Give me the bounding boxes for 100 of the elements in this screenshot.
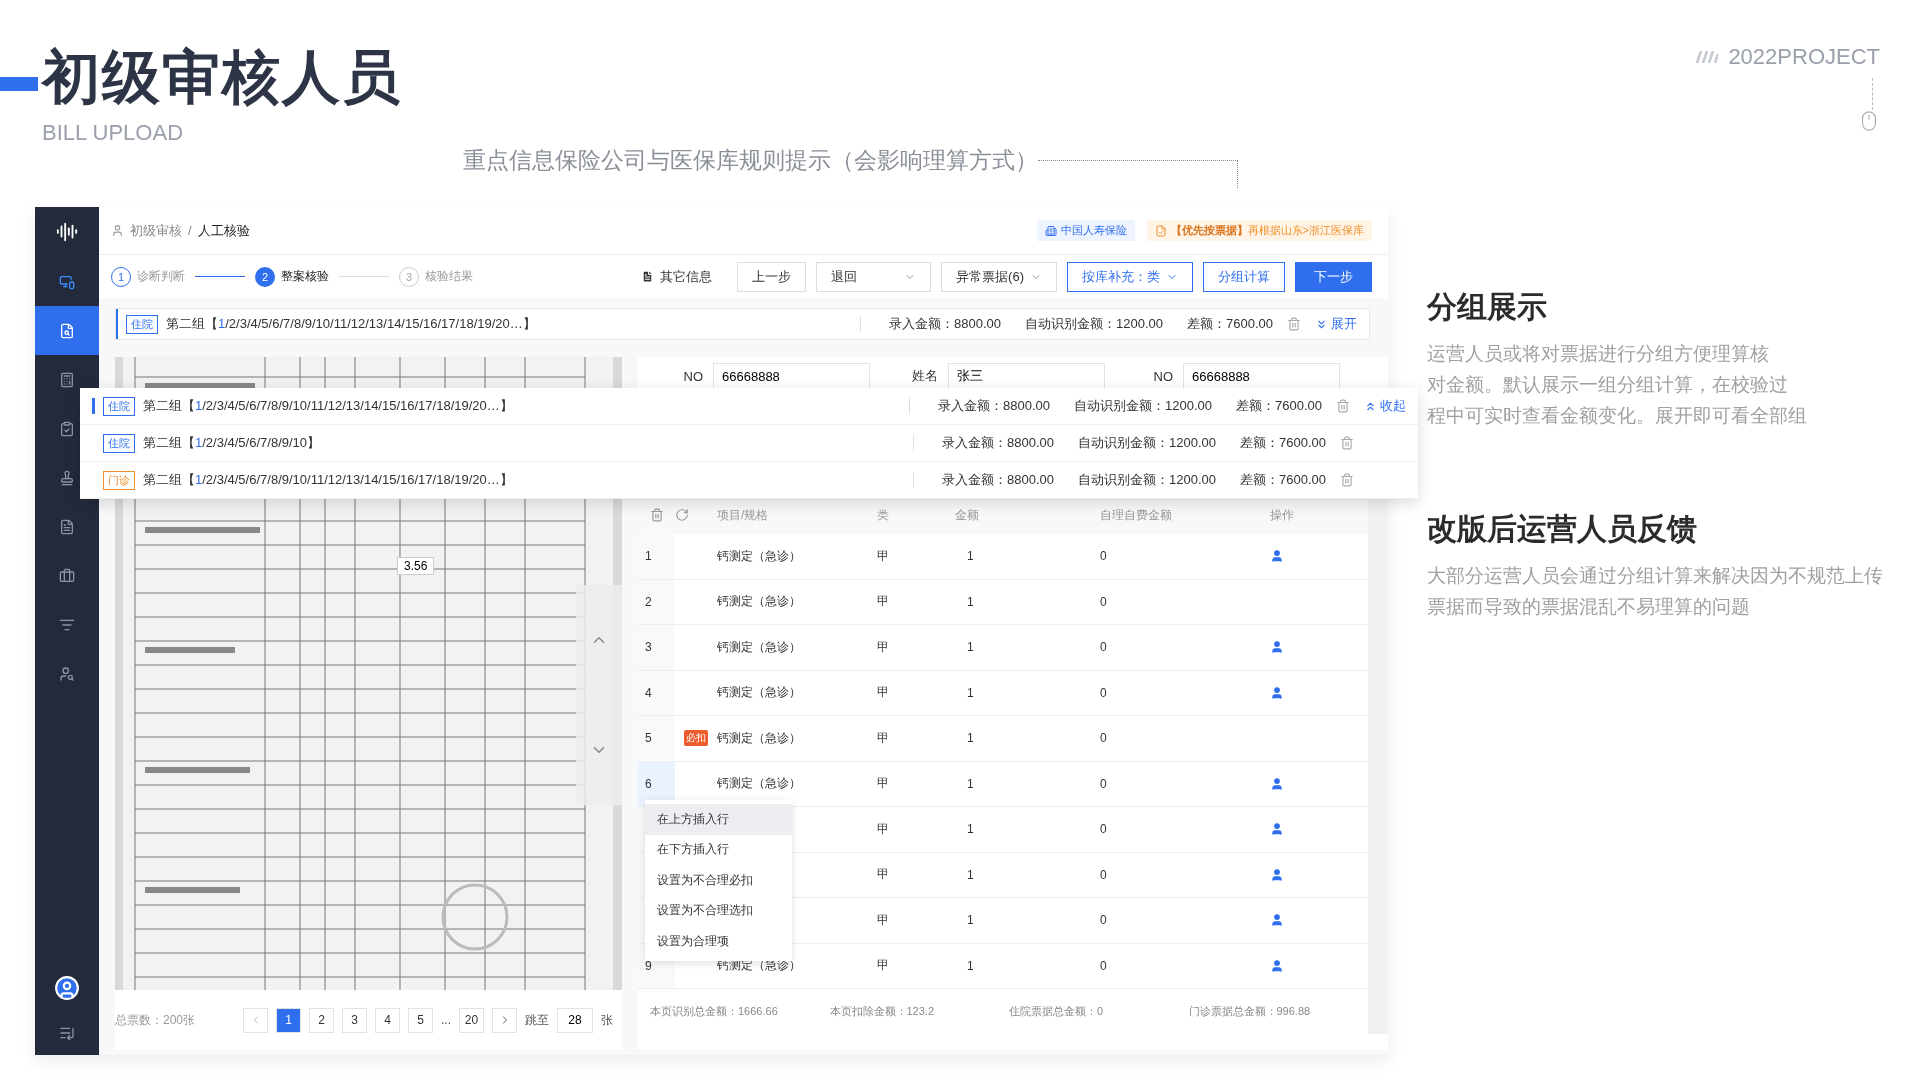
slide-subtitle: BILL UPLOAD	[42, 120, 185, 146]
row-number: 2	[638, 579, 675, 624]
group-name: 第二组【1/2/3/4/5/6/7/8/9/10】	[143, 434, 322, 452]
select-button[interactable]: 异常票据(6)	[941, 261, 1057, 292]
table-cell-text: 甲	[877, 957, 890, 975]
table-cell-text: 1	[966, 594, 975, 609]
refresh-icon[interactable]	[675, 508, 689, 522]
field-label: 姓名	[911, 367, 938, 385]
group-row[interactable]: 住院 第二组【1/2/3/4/5/6/7/8/9/10】 录入金额：8800.00 自动识别金额：1200.00 差额：7600.00	[80, 425, 1418, 462]
page-button[interactable]: 4	[375, 1007, 401, 1033]
avatar-icon[interactable]	[54, 975, 80, 1001]
stripes-icon	[1694, 51, 1719, 63]
delete-icon[interactable]	[1336, 399, 1350, 413]
column-header: 类	[877, 506, 889, 524]
table-cell-text: 1	[966, 867, 975, 882]
page-button[interactable]: 2	[309, 1007, 335, 1033]
person-icon[interactable]	[1270, 640, 1284, 655]
page-jump-field[interactable]: 28	[557, 1007, 594, 1033]
delete-icon[interactable]	[649, 508, 664, 522]
action-button[interactable]: 下一步	[1295, 261, 1372, 292]
page-button[interactable]: 5	[408, 1007, 434, 1033]
menu-item[interactable]: 设置为不合理必扣	[645, 865, 792, 896]
delete-icon[interactable]	[1340, 436, 1354, 450]
group-name: 第二组【1/2/3/4/5/6/7/8/9/10/11/12/13/14/15/16/17/18/19/20…】	[166, 315, 537, 333]
input-field[interactable]: 66668888	[713, 363, 870, 389]
table-cell-text: 1	[966, 822, 975, 837]
collapse-menu-icon[interactable]	[59, 1025, 75, 1041]
action-button[interactable]: 上一步	[737, 261, 807, 292]
menu-item[interactable]: 在上方插入行	[645, 804, 792, 835]
accent-bar	[0, 77, 38, 91]
total-text: 门诊票据总金额：996.88	[1188, 1004, 1312, 1019]
input-field[interactable]: 张三	[948, 363, 1105, 389]
table-cell-text: 甲	[877, 547, 890, 565]
person-icon[interactable]	[1270, 685, 1284, 700]
row-number: 4	[638, 670, 675, 715]
person-icon[interactable]	[1270, 913, 1284, 928]
step-label: 诊断判断	[137, 268, 185, 285]
page-button[interactable]: 3	[342, 1007, 368, 1033]
expand-toggle[interactable]: 展开	[1311, 315, 1361, 333]
page-button[interactable]: 1	[276, 1007, 302, 1033]
person-icon[interactable]	[1270, 776, 1284, 791]
group-row[interactable]: 住院 第二组【1/2/3/4/5/6/7/8/9/10/11/12/13/14/15/16/17/18/19/20…】 录入金额：8800.00 自动识别金额：1200.00 差额：7600.00 收起	[80, 388, 1418, 425]
insurer-badge: 中国人寿保险	[1036, 220, 1135, 241]
table-cell-text: 钙测定（急诊）	[717, 684, 802, 702]
document-icon	[1154, 224, 1167, 237]
delete-icon[interactable]	[1340, 473, 1354, 487]
field-label: NO	[682, 368, 703, 384]
row-number: 3	[638, 625, 675, 670]
column-header: 项目/规格	[717, 506, 769, 524]
building-icon	[1044, 224, 1057, 237]
value-popup: 3.56	[397, 557, 435, 575]
unit-label: 张	[601, 1011, 614, 1029]
table-cell-text: 0	[1100, 822, 1108, 837]
group-row[interactable]: 门诊 第二组【1/2/3/4/5/6/7/8/9/10/11/12/13/14/15/16/17/18/19/20…】 录入金额：8800.00 自动识别金额：1200.00 差额：7600.00	[80, 462, 1418, 499]
menu-item[interactable]: 设置为不合理选扣	[645, 895, 792, 926]
nav-icon	[59, 469, 75, 486]
select-button[interactable]: 退回	[816, 261, 932, 292]
table-cell-text: 钙测定（急诊）	[717, 593, 802, 611]
input-field[interactable]: 66668888	[1183, 363, 1340, 389]
person-icon[interactable]	[1270, 867, 1284, 882]
category-tag: 住院	[103, 396, 135, 416]
nav-icon	[59, 567, 75, 584]
user-icon	[111, 224, 124, 237]
delete-icon[interactable]	[1287, 317, 1301, 331]
recognized-amount: 自动识别金额：1200.00	[1025, 315, 1163, 333]
person-icon[interactable]	[1270, 822, 1284, 837]
collapse-toggle[interactable]: 收起	[1360, 397, 1410, 415]
table-cell-text: 甲	[877, 820, 890, 838]
table-cell-text: 甲	[877, 729, 890, 747]
nav-icon	[59, 371, 75, 388]
breadcrumb-item[interactable]: 人工核验	[197, 221, 250, 240]
person-icon[interactable]	[1270, 958, 1284, 973]
nav-icon	[59, 322, 75, 339]
breadcrumb-item[interactable]: 初级审核	[130, 221, 182, 240]
table-cell-text: 0	[1100, 913, 1108, 928]
rule-badge: 【优先按票据】再根据山东>浙江医保库	[1146, 220, 1372, 241]
recognized-amount: 自动识别金额：1200.00	[1078, 434, 1216, 452]
action-button[interactable]: 分组计算	[1203, 261, 1285, 292]
table-cell-text: 0	[1100, 731, 1108, 746]
table-cell-text: 1	[966, 685, 975, 700]
entered-amount: 录入金额：8800.00	[942, 434, 1054, 452]
difference-amount: 差额：7600.00	[1187, 315, 1273, 333]
table-cell-text: 1	[966, 958, 975, 973]
menu-item[interactable]: 在下方插入行	[645, 834, 792, 865]
difference-amount: 差额：7600.00	[1240, 434, 1326, 452]
group-name: 第二组【1/2/3/4/5/6/7/8/9/10/11/12/13/14/15/16/17/18/19/20…】	[143, 471, 514, 489]
select-button[interactable]: 按库补充：类	[1067, 261, 1193, 292]
breadcrumb-separator: /	[188, 223, 192, 238]
table-cell-text: 0	[1100, 958, 1108, 973]
table-cell-text: 甲	[877, 638, 890, 656]
project-label: 2022PROJECT	[1728, 44, 1880, 70]
deduct-tag: 必扣	[684, 730, 708, 747]
table-cell-text: 甲	[877, 775, 890, 793]
total-text: 本页识别总金额：1666.66	[650, 1004, 779, 1019]
jump-label: 跳至	[525, 1011, 550, 1029]
person-icon[interactable]	[1270, 549, 1284, 564]
category-tag: 住院	[126, 314, 158, 334]
row-number: 1	[638, 534, 675, 579]
page-button[interactable]: 20	[459, 1007, 485, 1033]
group-name: 第二组【1/2/3/4/5/6/7/8/9/10/11/12/13/14/15/16/17/18/19/20…】	[143, 397, 514, 415]
